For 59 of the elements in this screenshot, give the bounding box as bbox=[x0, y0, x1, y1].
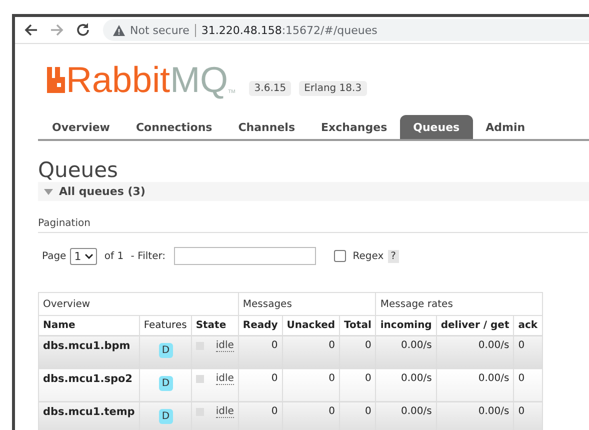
table-cell: 0 bbox=[340, 402, 376, 430]
page-label: Page bbox=[42, 250, 66, 262]
table-cell: 0 bbox=[514, 336, 542, 368]
table-cell: 0.00/s bbox=[436, 402, 514, 430]
nav-tab[interactable]: Queues bbox=[400, 115, 473, 139]
regex-label: Regex bbox=[352, 250, 384, 262]
security-label: Not secure bbox=[130, 24, 196, 36]
address-bar[interactable]: Not secure 31.220.48.158:15672/#/queues bbox=[103, 19, 589, 41]
collapse-icon[interactable] bbox=[44, 188, 53, 194]
column-group-header: Message rates bbox=[376, 292, 542, 316]
table-cell: 0 bbox=[340, 368, 376, 402]
nav-tab[interactable]: Exchanges bbox=[308, 115, 400, 139]
durable-badge: D bbox=[158, 343, 173, 358]
table-cell: 0 bbox=[282, 336, 340, 368]
logo-icon bbox=[47, 67, 65, 93]
queue-name[interactable]: dbs.mcu1.temp bbox=[38, 402, 140, 430]
help-button[interactable]: ? bbox=[388, 250, 399, 262]
page-count: of 1 bbox=[103, 250, 124, 262]
nav-tab[interactable]: Admin bbox=[472, 115, 538, 139]
table-cell: 0.00/s bbox=[376, 336, 436, 368]
logo-text: Rabbit bbox=[66, 64, 170, 96]
section-title: All queues (3) bbox=[59, 185, 146, 198]
queue-name[interactable]: dbs.mcu1.spo2 bbox=[38, 368, 140, 402]
table-cell: 0 bbox=[282, 368, 340, 402]
version-badge: Erlang 18.3 bbox=[299, 81, 367, 96]
nav-tab[interactable]: Overview bbox=[39, 115, 123, 139]
url-text: 31.220.48.158:15672/#/queues bbox=[201, 24, 378, 36]
page-title: Queues bbox=[38, 158, 119, 182]
pagination-title: Pagination bbox=[38, 218, 588, 233]
table-cell: 0.00/s bbox=[376, 368, 436, 402]
version-badge: 3.6.15 bbox=[249, 81, 292, 96]
column-group-header: Overview bbox=[38, 292, 238, 316]
column-group-header: Messages bbox=[238, 292, 376, 316]
filter-label: - Filter: bbox=[130, 250, 166, 262]
nav-tab[interactable]: Channels bbox=[225, 115, 308, 139]
caret-icon[interactable] bbox=[85, 254, 94, 258]
durable-badge: D bbox=[158, 409, 173, 424]
table-cell: 0 bbox=[514, 368, 542, 402]
state-text: idle bbox=[216, 340, 234, 352]
table-cell: 0.00/s bbox=[436, 336, 514, 368]
table-cell: 0 bbox=[514, 402, 542, 430]
table-cell: 0 bbox=[282, 402, 340, 430]
queue-name[interactable]: dbs.mcu1.bpm bbox=[38, 336, 140, 368]
state-text: idle bbox=[216, 406, 234, 418]
table-cell: 0 bbox=[238, 336, 282, 368]
regex-checkbox[interactable] bbox=[334, 250, 346, 262]
table-cell: 0.00/s bbox=[436, 368, 514, 402]
table-cell: 0.00/s bbox=[376, 402, 436, 430]
table-cell: 0 bbox=[238, 368, 282, 402]
table-cell: 0 bbox=[238, 402, 282, 430]
filter-field[interactable] bbox=[174, 247, 316, 265]
page-select[interactable]: 1 bbox=[70, 248, 98, 264]
state-text: idle bbox=[216, 373, 234, 385]
nav-tab[interactable]: Connections bbox=[122, 115, 226, 139]
section-header[interactable]: All queues (3) bbox=[38, 182, 589, 201]
state-icon bbox=[196, 375, 204, 383]
table-cell: 0 bbox=[340, 336, 376, 368]
durable-badge: D bbox=[158, 376, 173, 391]
warning-icon bbox=[113, 24, 125, 36]
